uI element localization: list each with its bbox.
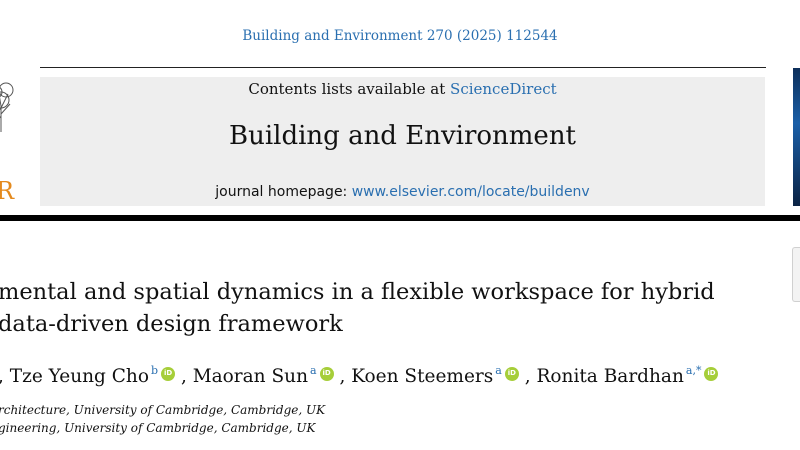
author-list: , Tze Yeung Cho b iD , Maoran Sun a iD , Koe… <box>0 364 719 387</box>
orcid-icon[interactable]: iD <box>504 367 519 381</box>
homepage-line: journal homepage: www.elsevier.com/locat… <box>40 184 765 200</box>
orcid-icon[interactable]: iD <box>704 367 719 381</box>
article-title-line-2: data-driven design framework <box>0 311 343 337</box>
affiliation-b: gineering, University of Cambridge, Camb… <box>0 421 316 435</box>
contents-prefix: Contents lists available at <box>248 80 451 98</box>
elsevier-tree-logo-icon <box>0 82 14 132</box>
author-name: , Maoran Sun <box>180 366 308 387</box>
orcid-label: iD <box>707 369 716 377</box>
journal-cover-thumbnail[interactable] <box>793 68 800 206</box>
header-thick-rule <box>0 215 800 221</box>
author-koen-steemers[interactable]: , Koen Steemers a iD <box>339 364 519 387</box>
affiliation-marker[interactable]: b <box>151 364 158 377</box>
orcid-label: iD <box>163 369 173 377</box>
affiliation-marker[interactable]: a <box>495 364 502 377</box>
affiliation-marker[interactable]: a,* <box>686 364 702 377</box>
journal-homepage-link[interactable]: www.elsevier.com/locate/buildenv <box>352 184 590 200</box>
journal-title: Building and Environment <box>228 121 577 151</box>
author-maoran-sun[interactable]: , Maoran Sun a iD <box>180 364 334 387</box>
orcid-icon[interactable]: iD <box>161 367 176 381</box>
author-tze-yeung-cho[interactable]: , Tze Yeung Cho b iD <box>0 364 176 387</box>
article-title-line-1: mental and spatial dynamics in a flexibl… <box>0 279 715 305</box>
author-name: , Koen Steemers <box>339 366 494 387</box>
journal-citation-link[interactable]: Building and Environment 270 (2025) 1125… <box>0 28 800 44</box>
orcid-label: iD <box>507 369 516 377</box>
orcid-icon[interactable]: iD <box>319 367 334 381</box>
article-title: mental and spatial dynamics in a flexibl… <box>0 276 798 340</box>
author-name: , Ronita Bardhan <box>524 366 684 387</box>
header-rule <box>40 67 766 68</box>
homepage-prefix: journal homepage: <box>215 184 352 200</box>
affiliation-marker[interactable]: a <box>310 364 317 377</box>
contents-line: Contents lists available at ScienceDirec… <box>40 80 765 98</box>
elsevier-logo[interactable]: R <box>0 74 18 210</box>
sciencedirect-link[interactable]: ScienceDirect <box>450 80 557 98</box>
author-name: , Tze Yeung Cho <box>0 366 149 387</box>
affiliation-a: rchitecture, University of Cambridge, Ca… <box>0 403 326 417</box>
author-ronita-bardhan[interactable]: , Ronita Bardhan a,* iD <box>524 364 719 387</box>
journal-header-box: Contents lists available at ScienceDirec… <box>40 77 765 206</box>
elsevier-wordmark: R <box>0 177 16 205</box>
orcid-label: iD <box>322 369 331 377</box>
